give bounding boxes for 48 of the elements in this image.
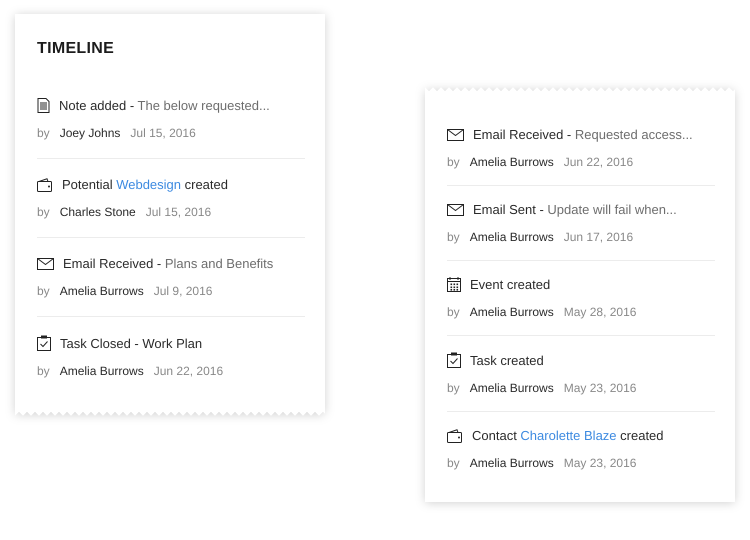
by-label: by xyxy=(447,456,460,470)
wallet-icon xyxy=(447,428,463,442)
entry-title: Contact Charolette Blaze created xyxy=(472,428,664,443)
envelope-icon xyxy=(447,128,464,140)
wallet-icon xyxy=(37,178,53,192)
entry-title: Email Received - Plans and Benefits xyxy=(63,256,274,271)
by-label: by xyxy=(447,381,460,395)
by-label: by xyxy=(447,305,460,319)
entry-date: Jun 17, 2016 xyxy=(564,230,634,244)
clipboard-check-icon xyxy=(37,335,51,351)
envelope-icon xyxy=(447,204,464,216)
entry-title: Email Sent - Update will fail when... xyxy=(473,202,677,217)
entry-link[interactable]: Webdesign xyxy=(116,177,182,192)
by-label: by xyxy=(447,230,460,244)
author-name: Amelia Burrows xyxy=(470,155,554,169)
author-name: Charles Stone xyxy=(60,205,136,219)
entry-date: May 23, 2016 xyxy=(564,381,636,395)
entry-date: May 23, 2016 xyxy=(564,456,636,470)
entry-date: Jul 9, 2016 xyxy=(154,284,212,298)
author-name: Amelia Burrows xyxy=(60,364,144,378)
clipboard-check-icon xyxy=(447,352,461,368)
author-name: Amelia Burrows xyxy=(470,456,554,470)
entry-title: Email Received - Requested access... xyxy=(473,127,693,142)
envelope-icon xyxy=(37,258,54,270)
entry-title: Task created xyxy=(470,352,544,368)
by-label: by xyxy=(37,284,50,298)
entry-link[interactable]: Charolette Blaze xyxy=(520,428,617,443)
author-name: Joey Johns xyxy=(60,126,120,140)
author-name: Amelia Burrows xyxy=(470,230,554,244)
document-icon xyxy=(37,98,50,113)
entry-date: Jul 15, 2016 xyxy=(130,126,196,140)
by-label: by xyxy=(447,155,460,169)
entry-date: Jun 22, 2016 xyxy=(154,364,224,378)
entry-date: Jun 22, 2016 xyxy=(564,155,634,169)
card-title: TIMELINE xyxy=(37,40,116,58)
calendar-icon xyxy=(447,277,461,292)
author-name: Amelia Burrows xyxy=(470,305,554,319)
by-label: by xyxy=(37,364,50,378)
entry-date: May 28, 2016 xyxy=(564,305,636,319)
by-label: by xyxy=(37,126,50,140)
entry-title: Potential Webdesign created xyxy=(62,177,228,192)
author-name: Amelia Burrows xyxy=(470,381,554,395)
entry-title: Event created xyxy=(470,277,550,292)
author-name: Amelia Burrows xyxy=(60,284,144,298)
entry-title: Task Closed - Work Plan xyxy=(60,336,202,350)
by-label: by xyxy=(37,205,50,219)
entry-title: Note added - The below requested... xyxy=(59,98,270,113)
entry-date: Jul 15, 2016 xyxy=(146,205,212,219)
